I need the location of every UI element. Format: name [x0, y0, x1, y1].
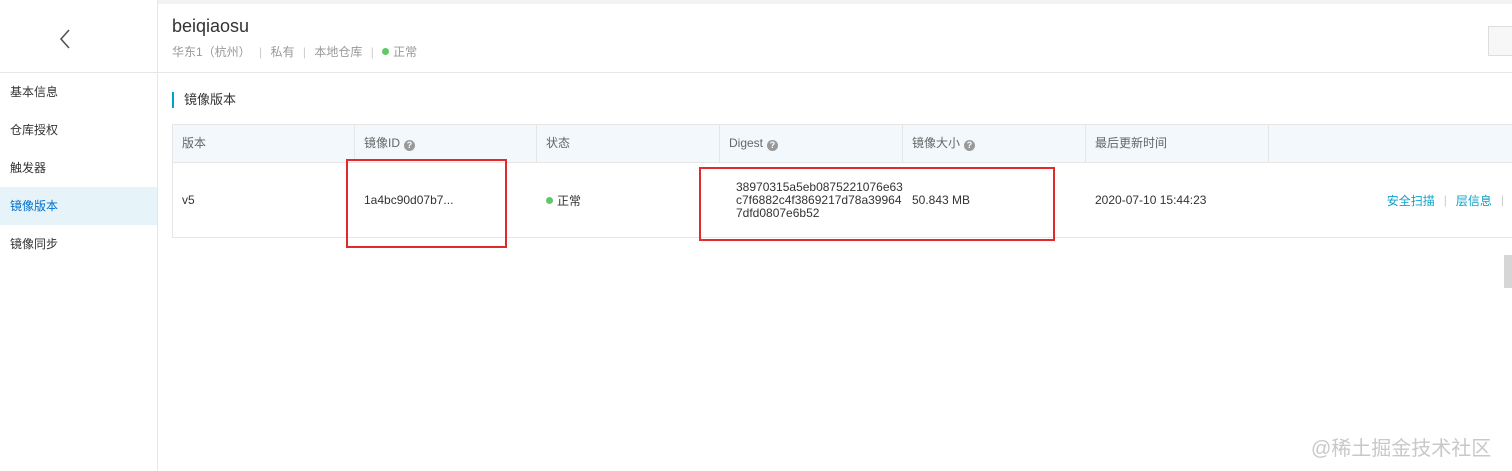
cell-status: 正常	[537, 163, 720, 237]
meta-separator: |	[259, 45, 263, 59]
status-dot-icon	[382, 48, 390, 55]
highlight-box-image-id	[346, 159, 507, 248]
repo-meta: 华东1（杭州） | 私有 | 本地仓库 | 正常	[172, 43, 417, 60]
visibility-label: 私有	[270, 45, 295, 59]
layer-info-link[interactable]: 层信息	[1456, 192, 1492, 209]
sidebar-item-basic-info[interactable]: 基本信息	[0, 73, 157, 111]
section-title: 镜像版本	[172, 92, 236, 108]
cell-actions: 安全扫描 | 层信息 |	[1269, 163, 1512, 237]
chevron-left-icon	[59, 29, 70, 49]
repo-type-label: 本地仓库	[314, 45, 363, 59]
column-header-label: 镜像大小	[912, 136, 961, 150]
cell-version: v5	[182, 193, 195, 207]
watermark: @稀土掘金技术社区	[1311, 438, 1492, 460]
highlight-box-digest-size	[699, 167, 1055, 241]
cell-updated: 2020-07-10 15:44:23	[1095, 193, 1207, 207]
status-dot-icon	[546, 196, 553, 204]
column-header-version: 版本	[173, 125, 355, 162]
header-action-button[interactable]	[1488, 26, 1512, 56]
help-icon[interactable]: ?	[404, 140, 416, 151]
sidebar-item-image-sync[interactable]: 镜像同步	[0, 225, 157, 263]
back-button[interactable]	[0, 4, 157, 73]
meta-separator: |	[370, 45, 374, 59]
page-header: beiqiaosu 华东1（杭州） | 私有 | 本地仓库 | 正常	[157, 4, 1512, 73]
action-separator: |	[1443, 193, 1447, 207]
table-header: 版本 镜像ID? 状态 Digest? 镜像大小? 最后更新时间	[173, 125, 1512, 163]
column-header-size: 镜像大小?	[903, 125, 1086, 162]
page-title: beiqiaosu	[172, 16, 250, 36]
help-icon[interactable]: ?	[767, 140, 779, 151]
sidebar-item-repo-auth[interactable]: 仓库授权	[0, 111, 157, 149]
repo-status: 正常	[393, 45, 418, 59]
column-header-label: 镜像ID	[364, 136, 401, 150]
help-icon[interactable]: ?	[964, 140, 976, 151]
sidebar-item-image-versions[interactable]: 镜像版本	[0, 187, 157, 225]
column-header-image-id: 镜像ID?	[355, 125, 537, 162]
sidebar-item-triggers[interactable]: 触发器	[0, 149, 157, 187]
security-scan-link[interactable]: 安全扫描	[1387, 192, 1435, 209]
sidebar-nav: 基本信息 仓库授权 触发器 镜像版本 镜像同步	[0, 73, 157, 263]
meta-separator: |	[302, 45, 306, 59]
scrollbar-thumb[interactable]	[1504, 255, 1512, 288]
column-header-status: 状态	[537, 125, 720, 162]
column-header-label: Digest	[729, 136, 764, 150]
region-label: 华东1（杭州）	[172, 45, 251, 59]
action-separator: |	[1500, 193, 1504, 207]
status-text: 正常	[557, 193, 582, 208]
column-header-updated: 最后更新时间	[1086, 125, 1269, 162]
column-header-actions	[1269, 125, 1512, 162]
column-header-digest: Digest?	[720, 125, 903, 162]
sidebar: 基本信息 仓库授权 触发器 镜像版本 镜像同步	[0, 0, 158, 471]
